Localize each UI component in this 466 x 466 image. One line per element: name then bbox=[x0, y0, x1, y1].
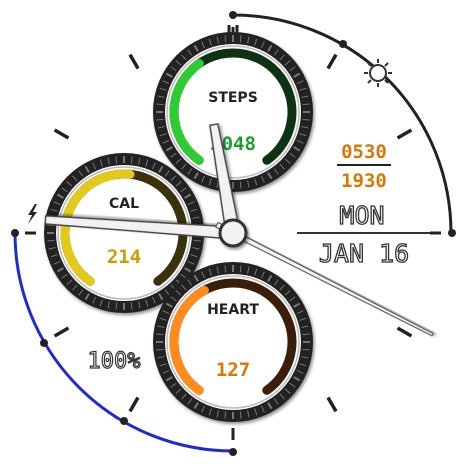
dial-tick bbox=[53, 326, 70, 338]
heart-complication[interactable]: HEART 127 bbox=[153, 262, 313, 422]
sun-icon bbox=[364, 59, 392, 87]
battery-arc-dot bbox=[120, 417, 128, 425]
dial-tick bbox=[396, 128, 413, 140]
day-date: MON JAN 16 bbox=[297, 200, 430, 269]
steps-label: STEPS bbox=[208, 90, 258, 106]
battery-arc-dot bbox=[11, 229, 19, 237]
battery-percent: 100% bbox=[88, 349, 141, 374]
dial-tick bbox=[53, 128, 70, 140]
sun-arc-dot bbox=[448, 229, 456, 237]
cal-value: 214 bbox=[107, 246, 141, 268]
watch-face: STEPS 3048 CAL 214 HEART 127 0530 1930 M… bbox=[11, 11, 456, 456]
date-text: JAN 16 bbox=[319, 239, 409, 268]
steps-complication[interactable]: STEPS 3048 bbox=[153, 32, 313, 192]
dial-tick bbox=[128, 396, 140, 413]
day-of-week: MON bbox=[339, 201, 384, 230]
sunset-time: 1930 bbox=[341, 170, 387, 192]
dial-tick bbox=[396, 326, 413, 338]
battery-arc-dot bbox=[229, 448, 237, 456]
heart-label: HEART bbox=[207, 302, 259, 318]
battery-arc-dot bbox=[40, 339, 48, 347]
bolt-icon bbox=[28, 204, 37, 224]
sun-times: 0530 1930 bbox=[337, 141, 391, 192]
dial-tick bbox=[128, 53, 140, 70]
hands-center-cap bbox=[218, 218, 248, 248]
cal-label: CAL bbox=[109, 196, 139, 212]
sunrise-time: 0530 bbox=[341, 141, 387, 163]
dial-tick bbox=[326, 396, 338, 413]
dial-tick bbox=[326, 53, 338, 70]
sun-arc-dot bbox=[229, 11, 237, 19]
heart-value: 127 bbox=[216, 359, 250, 381]
sun-arc-dot bbox=[339, 40, 347, 48]
